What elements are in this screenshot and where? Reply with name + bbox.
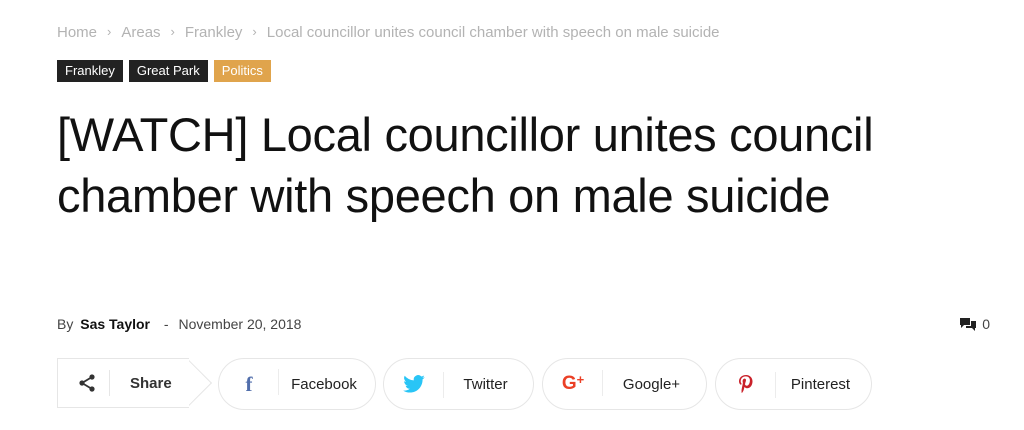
breadcrumb-separator: › [170, 24, 175, 39]
tag-frankley[interactable]: Frankley [57, 60, 123, 82]
google-plus-icon: G + [543, 370, 603, 396]
comments-icon [960, 318, 977, 331]
author-link[interactable]: Sas Taylor [80, 316, 150, 332]
breadcrumb: Home › Areas › Frankley › Local councillor uni… [57, 24, 720, 41]
google-plus-share-button[interactable]: G + Google+ [542, 358, 707, 410]
article-meta: By Sas Taylor - November 20, 2018 [57, 316, 301, 332]
comment-count: 0 [982, 316, 990, 332]
article-title: [WATCH] Local councillor unites council … [57, 108, 874, 222]
pinterest-share-button[interactable]: Pinterest [715, 358, 872, 410]
twitter-share-button[interactable]: Twitter [383, 358, 534, 410]
share-icon [79, 374, 95, 392]
breadcrumb-home[interactable]: Home [57, 24, 97, 41]
facebook-label: Facebook [291, 375, 357, 393]
twitter-label: Twitter [463, 375, 508, 393]
article-date: November 20, 2018 [178, 316, 302, 332]
share-button[interactable]: Share [57, 358, 189, 408]
twitter-icon [384, 372, 444, 398]
breadcrumb-separator: › [252, 24, 257, 39]
meta-dash: - [163, 316, 169, 332]
pinterest-label: Pinterest [790, 375, 851, 393]
share-label: Share [130, 374, 172, 392]
by-label: By [57, 316, 74, 332]
breadcrumb-separator: › [107, 24, 112, 39]
tag-great-park[interactable]: Great Park [128, 60, 208, 82]
facebook-share-button[interactable]: f Facebook [218, 358, 376, 410]
facebook-icon: f [219, 368, 279, 397]
breadcrumb-areas[interactable]: Areas [121, 24, 160, 41]
tag-politics[interactable]: Politics [213, 60, 271, 82]
share-divider [109, 370, 110, 396]
breadcrumb-frankley[interactable]: Frankley [185, 24, 243, 41]
breadcrumb-current: Local councillor unites council chamber … [266, 24, 720, 41]
pinterest-icon [716, 372, 776, 398]
category-tags: Frankley Great Park Politics [57, 60, 271, 82]
comments-link[interactable]: 0 [960, 316, 990, 332]
google-plus-label: Google+ [622, 375, 681, 393]
